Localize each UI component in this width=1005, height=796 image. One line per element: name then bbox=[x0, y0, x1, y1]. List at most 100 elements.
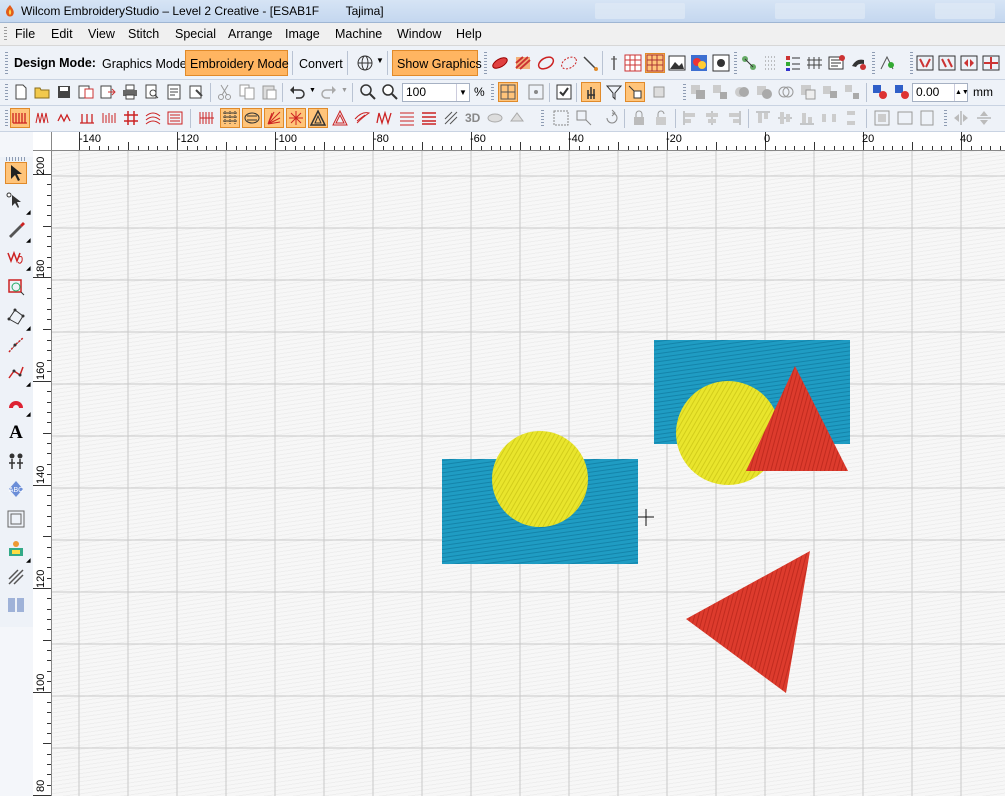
cut-icon[interactable] bbox=[216, 83, 234, 101]
star-fill-icon[interactable] bbox=[286, 108, 306, 128]
show-grid-icon[interactable] bbox=[498, 82, 518, 102]
satin-stitch-icon[interactable] bbox=[491, 54, 509, 72]
make-same-size-icon[interactable] bbox=[873, 109, 891, 127]
menu-machine[interactable]: Machine bbox=[335, 27, 382, 41]
align-bottom-icon[interactable] bbox=[798, 109, 816, 127]
menu-help[interactable]: Help bbox=[456, 27, 482, 41]
step-fill-icon[interactable] bbox=[34, 109, 52, 127]
radial-fill-icon[interactable] bbox=[264, 108, 284, 128]
break-apart-icon[interactable] bbox=[843, 83, 861, 101]
distribute-h-icon[interactable] bbox=[820, 109, 838, 127]
snap-icon[interactable] bbox=[527, 83, 545, 101]
zoom-combo[interactable]: 100 ▼ bbox=[402, 83, 470, 102]
funnel-icon[interactable] bbox=[605, 83, 623, 101]
wilcom-app-icon[interactable] bbox=[3, 4, 17, 18]
flyout-arrow-icon[interactable]: ◢ bbox=[26, 411, 31, 418]
flip-vertical-icon[interactable] bbox=[975, 109, 993, 127]
digitize-line-icon[interactable] bbox=[6, 335, 26, 355]
hand-pan-icon[interactable] bbox=[581, 82, 601, 102]
vertical-ruler[interactable]: 200 180 160 140 120 100 80 bbox=[33, 150, 52, 796]
lines-icon[interactable] bbox=[420, 109, 438, 127]
text-tool-icon[interactable]: A bbox=[6, 423, 26, 443]
thread-chart-icon[interactable] bbox=[828, 54, 846, 72]
align-left-icon[interactable] bbox=[681, 109, 699, 127]
monogram-icon[interactable] bbox=[6, 451, 26, 471]
chevron-down-icon[interactable]: ▼ bbox=[456, 84, 469, 101]
red-triangle-object[interactable] bbox=[686, 551, 810, 693]
wave-fill-icon[interactable] bbox=[144, 109, 162, 127]
emboss-icon[interactable] bbox=[486, 109, 504, 127]
design-canvas[interactable] bbox=[52, 151, 1005, 796]
flyout-arrow-icon[interactable]: ◢ bbox=[26, 325, 31, 332]
send-to-machine-icon[interactable] bbox=[187, 83, 205, 101]
ungroup-icon[interactable] bbox=[711, 83, 729, 101]
group-icon[interactable] bbox=[689, 83, 707, 101]
auto-digitize-icon[interactable] bbox=[6, 277, 26, 297]
mirror-horizontal-icon[interactable] bbox=[916, 54, 934, 72]
flyout-arrow-icon[interactable]: ◢ bbox=[26, 209, 31, 216]
open-folder-icon[interactable] bbox=[33, 83, 51, 101]
shading-icon[interactable] bbox=[442, 109, 460, 127]
lock-icon[interactable] bbox=[630, 109, 648, 127]
rotate-icon[interactable] bbox=[603, 109, 621, 127]
layers-icon[interactable] bbox=[651, 83, 669, 101]
dotted-grid-icon[interactable] bbox=[762, 54, 780, 72]
pull-compensation-icon[interactable] bbox=[220, 108, 240, 128]
backstitch-icon[interactable] bbox=[398, 109, 416, 127]
flyout-arrow-icon[interactable]: ◢ bbox=[26, 381, 31, 388]
trapunto-icon[interactable] bbox=[375, 109, 393, 127]
flyout-arrow-icon[interactable]: ◢ bbox=[26, 265, 31, 272]
hoop-split-icon[interactable] bbox=[6, 595, 26, 615]
3d-icon[interactable]: 3D bbox=[465, 111, 480, 125]
kaleido-icon[interactable] bbox=[982, 54, 1000, 72]
align-right-icon[interactable] bbox=[725, 109, 743, 127]
chevron-down-icon[interactable]: ▼ bbox=[376, 56, 384, 65]
chevron-down-icon[interactable]: ▼ bbox=[341, 87, 348, 94]
e-stitch-icon[interactable] bbox=[100, 109, 118, 127]
mirror-vertical-icon[interactable] bbox=[938, 54, 956, 72]
intersect-icon[interactable] bbox=[777, 83, 795, 101]
grid-icon[interactable] bbox=[624, 54, 642, 72]
flip-horizontal-icon[interactable] bbox=[952, 109, 970, 127]
spinner-icon[interactable]: ▲▼ bbox=[954, 84, 969, 101]
show-objects-icon[interactable] bbox=[625, 82, 645, 102]
weld-icon[interactable] bbox=[733, 83, 751, 101]
embroidery-mode-button[interactable]: Embroidery Mode bbox=[185, 50, 289, 76]
outline-stitch-icon[interactable] bbox=[537, 54, 555, 72]
make-same-width-icon[interactable] bbox=[896, 109, 914, 127]
blanket-stitch-icon[interactable] bbox=[78, 109, 96, 127]
combine-icon[interactable] bbox=[821, 83, 839, 101]
zoom-box-icon[interactable] bbox=[359, 83, 377, 101]
mirror-both-icon[interactable] bbox=[960, 54, 978, 72]
stitch-lines-icon[interactable] bbox=[6, 567, 26, 587]
triangle-outline-icon[interactable] bbox=[308, 108, 328, 128]
select-arrow-icon[interactable] bbox=[5, 162, 27, 184]
digitize-path-icon[interactable] bbox=[6, 363, 26, 383]
trim-icon[interactable] bbox=[755, 83, 773, 101]
align-top-icon[interactable] bbox=[754, 109, 772, 127]
menu-file[interactable]: File bbox=[15, 27, 35, 41]
yellow-circle-object[interactable] bbox=[492, 431, 588, 527]
color-blocks-icon[interactable] bbox=[871, 83, 889, 101]
cross-stitch-icon[interactable] bbox=[122, 109, 140, 127]
approval-sheet-icon[interactable] bbox=[165, 83, 183, 101]
underlay-icon[interactable] bbox=[198, 109, 216, 127]
satin-fill-icon[interactable] bbox=[10, 108, 30, 128]
sequence-icon[interactable] bbox=[806, 54, 824, 72]
auto-split-icon[interactable] bbox=[242, 108, 262, 128]
feather-icon[interactable] bbox=[353, 109, 371, 127]
undo-icon[interactable] bbox=[288, 83, 306, 101]
exclude-icon[interactable] bbox=[799, 83, 817, 101]
contour-icon[interactable] bbox=[331, 109, 349, 127]
stitch-player-icon[interactable] bbox=[878, 54, 896, 72]
menu-special[interactable]: Special bbox=[175, 27, 216, 41]
zoom-icon[interactable] bbox=[381, 83, 399, 101]
spacing-field[interactable]: 0.00 ▲▼ bbox=[912, 83, 969, 102]
globe-icon[interactable] bbox=[356, 54, 374, 72]
zigzag-icon[interactable] bbox=[56, 109, 74, 127]
offset-outline-icon[interactable] bbox=[6, 509, 26, 529]
align-middle-icon[interactable] bbox=[776, 109, 794, 127]
single-stitch-icon[interactable] bbox=[581, 54, 599, 72]
design-library-icon[interactable] bbox=[6, 539, 26, 559]
unlock-icon[interactable] bbox=[652, 109, 670, 127]
